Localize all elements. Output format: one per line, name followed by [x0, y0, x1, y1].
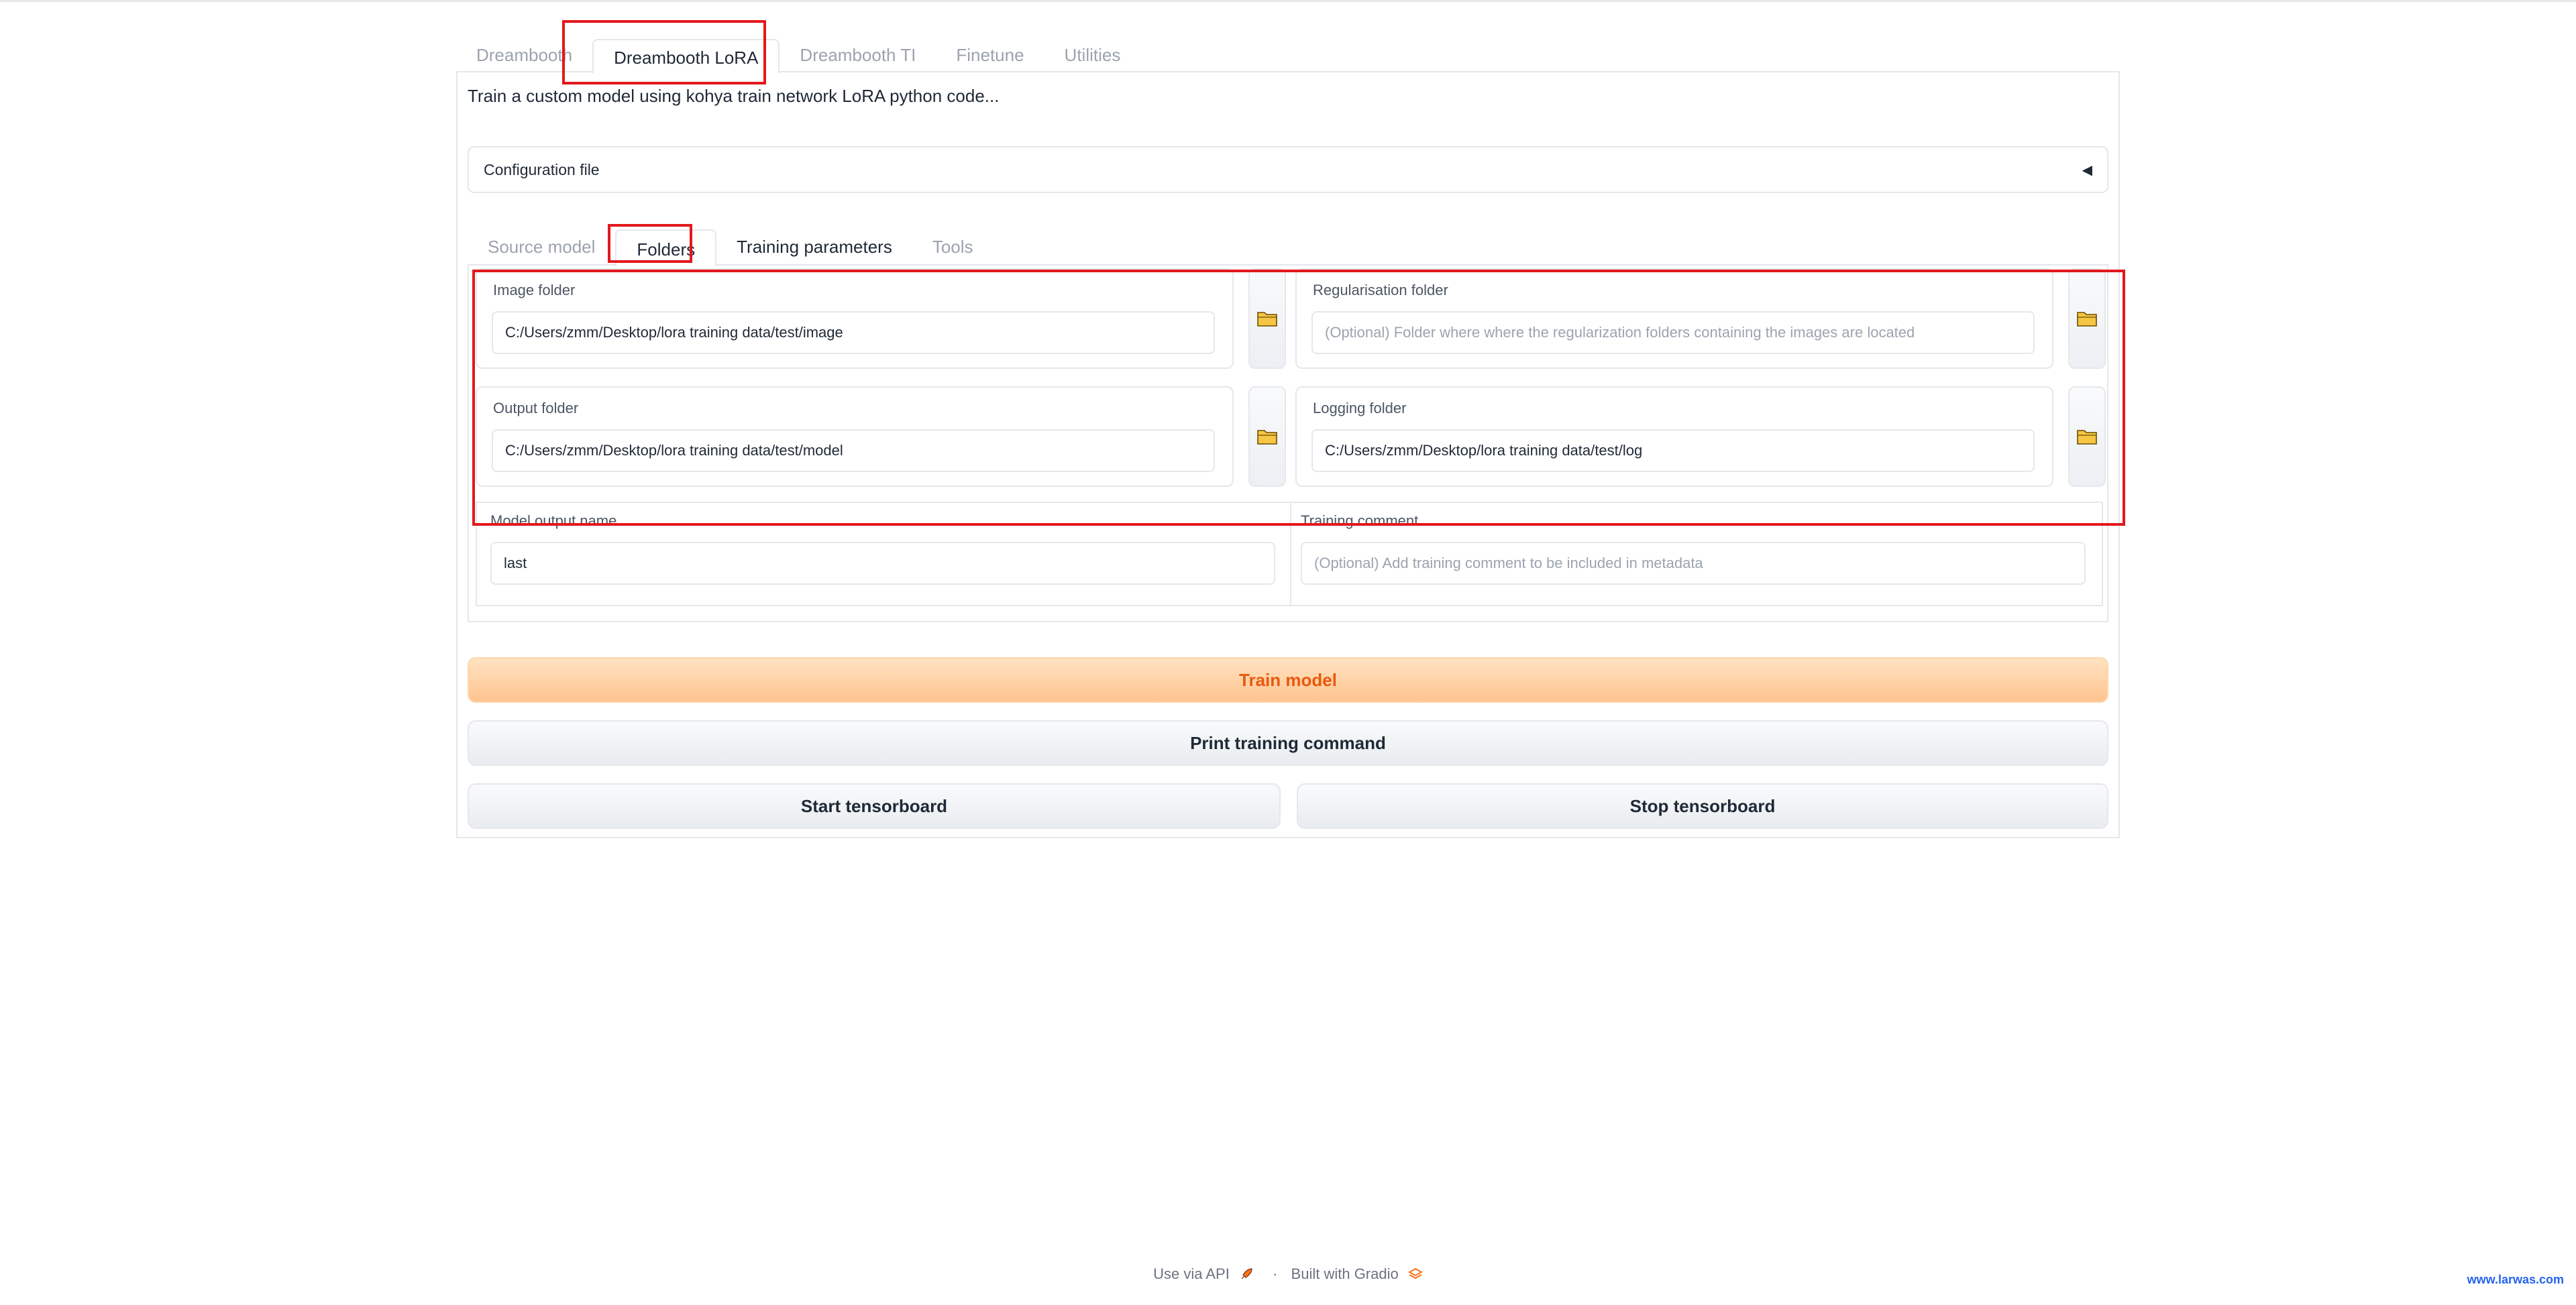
output-folder-label: Output folder: [493, 400, 579, 416]
watermark: www.larwas.com: [2467, 1273, 2564, 1286]
page-description: Train a custom model using kohya train n…: [468, 86, 1000, 106]
top-divider: [0, 0, 2576, 2]
tab-dreambooth-lora[interactable]: Dreambooth LoRA: [592, 39, 780, 74]
tab-utilities[interactable]: Utilities: [1044, 38, 1141, 72]
training-comment-label: Training comment: [1301, 512, 1419, 529]
image-folder-label: Image folder: [493, 282, 576, 298]
rocket-icon: [1239, 1267, 1254, 1282]
sub-tab-bar: Source model Folders Training parameters…: [468, 225, 994, 267]
output-folder-input[interactable]: [492, 429, 1215, 472]
tab-dreambooth-ti[interactable]: Dreambooth TI: [780, 38, 936, 72]
tab-source-model[interactable]: Source model: [468, 228, 615, 266]
tab-training-parameters[interactable]: Training parameters: [716, 228, 912, 266]
configuration-file-accordion[interactable]: Configuration file ◀: [468, 146, 2108, 193]
output-folder-browse-button[interactable]: [1248, 386, 1286, 487]
main-tab-bar: Dreambooth Dreambooth LoRA Dreambooth TI…: [456, 38, 1141, 74]
output-folder-group: Output folder: [476, 386, 1234, 487]
folder-icon: [1257, 430, 1277, 445]
folder-icon: [2077, 430, 2097, 445]
regularisation-folder-group: Regularisation folder: [1295, 268, 2053, 369]
print-training-command-button[interactable]: Print training command: [468, 720, 2108, 766]
built-with-gradio-link[interactable]: Built with Gradio: [1291, 1265, 1399, 1282]
use-via-api-link[interactable]: Use via API: [1153, 1265, 1230, 1282]
image-folder-browse-button[interactable]: [1248, 268, 1286, 369]
stop-tensorboard-button[interactable]: Stop tensorboard: [1297, 783, 2108, 829]
logging-folder-input[interactable]: [1311, 429, 2035, 472]
lora-panel: Train a custom model using kohya train n…: [456, 71, 2120, 838]
footer: Use via API · Built with Gradio: [0, 1265, 2576, 1283]
model-output-name-label: Model output name: [490, 512, 617, 529]
regularisation-folder-input[interactable]: [1311, 311, 2035, 354]
logging-folder-browse-button[interactable]: [2068, 386, 2106, 487]
row-divider: [1290, 503, 1291, 605]
folders-panel: Image folder Regularisation folder Outpu…: [468, 264, 2108, 622]
folder-icon: [2077, 312, 2097, 327]
tab-finetune[interactable]: Finetune: [936, 38, 1044, 72]
training-comment-input[interactable]: [1301, 542, 2086, 585]
regularisation-folder-label: Regularisation folder: [1313, 282, 1448, 298]
image-folder-input[interactable]: [492, 311, 1215, 354]
tab-dreambooth[interactable]: Dreambooth: [456, 38, 592, 72]
logging-folder-group: Logging folder: [1295, 386, 2053, 487]
collapse-arrow-icon: ◀: [2082, 162, 2092, 178]
regularisation-folder-browse-button[interactable]: [2068, 268, 2106, 369]
train-model-button[interactable]: Train model: [468, 657, 2108, 703]
model-name-row: Model output name Training comment: [476, 502, 2103, 606]
model-output-name-input[interactable]: [490, 542, 1275, 585]
folder-icon: [1257, 312, 1277, 327]
tab-folders[interactable]: Folders: [615, 229, 717, 267]
start-tensorboard-button[interactable]: Start tensorboard: [468, 783, 1281, 829]
footer-separator: ·: [1273, 1265, 1278, 1283]
tab-tools[interactable]: Tools: [912, 228, 994, 266]
accordion-label: Configuration file: [484, 160, 600, 178]
logging-folder-label: Logging folder: [1313, 400, 1407, 416]
image-folder-group: Image folder: [476, 268, 1234, 369]
gradio-logo-icon: [1407, 1267, 1423, 1282]
